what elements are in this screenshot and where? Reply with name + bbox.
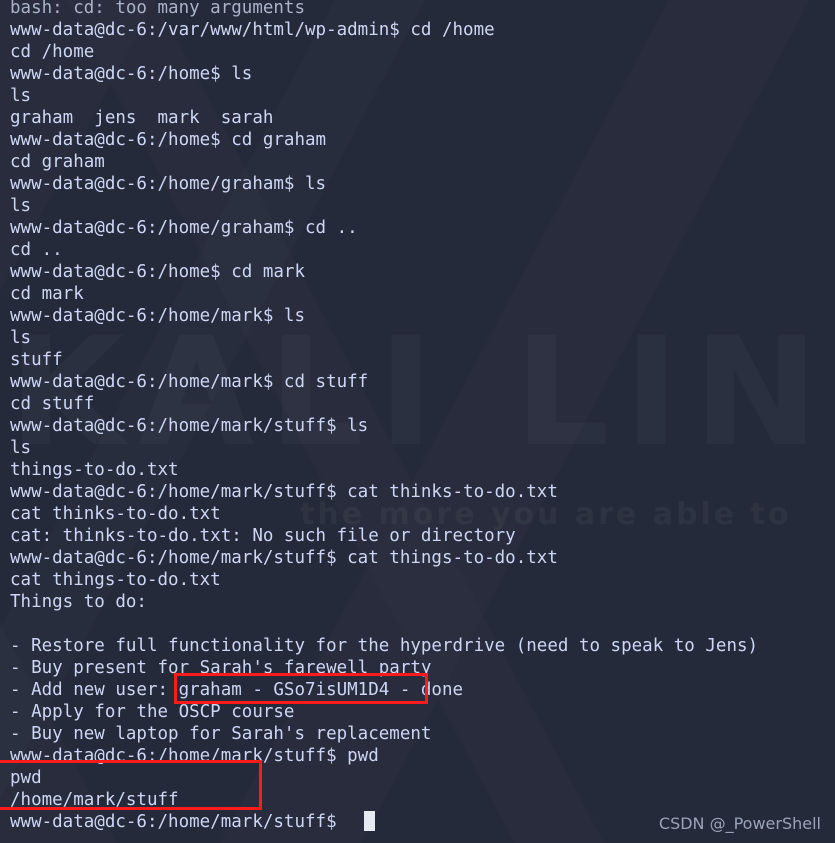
terminal-line: things-to-do.txt xyxy=(10,460,179,480)
terminal-line: www-data@dc-6:/home/graham$ ls xyxy=(10,174,327,194)
terminal-line: stuff xyxy=(10,350,63,370)
terminal-line: - Buy new laptop for Sarah's replacement xyxy=(10,724,432,744)
terminal-line: Things to do: xyxy=(10,592,147,612)
terminal-line: cd .. xyxy=(10,240,63,260)
terminal-line: www-data@dc-6:/home/graham$ cd .. xyxy=(10,218,358,238)
terminal-line: ls xyxy=(10,196,32,216)
terminal-line: www-data@dc-6:/home$ ls xyxy=(10,64,253,84)
terminal-line: www-data@dc-6:/home/mark/stuff$ cat thin… xyxy=(10,482,558,502)
terminal-line: www-data@dc-6:/home$ cd graham xyxy=(10,130,327,150)
terminal-line: - Buy present for Sarah's farewell party xyxy=(10,658,432,678)
kali-linux-watermark: KALI LINUX xyxy=(8,318,835,468)
terminal-line: ls xyxy=(10,86,32,106)
terminal-line: ls xyxy=(10,328,32,348)
terminal-line: cd mark xyxy=(10,284,84,304)
terminal-line: graham jens mark sarah xyxy=(10,108,274,128)
terminal-line: /home/mark/stuff xyxy=(10,790,179,810)
terminal-line: ls xyxy=(10,438,32,458)
terminal-line: www-data@dc-6:/home/mark$ ls xyxy=(10,306,306,326)
terminal-line: - Add new user: graham - GSo7isUM1D4 - d… xyxy=(10,680,464,700)
terminal-line: www-data@dc-6:/home/mark$ cd stuff xyxy=(10,372,369,392)
terminal-line: cd /home xyxy=(10,42,95,62)
terminal-line: www-data@dc-6:/var/www/html/wp-admin$ cd… xyxy=(10,20,495,40)
terminal-line: cd stuff xyxy=(10,394,95,414)
terminal-cursor xyxy=(364,811,375,831)
terminal-line: cd graham xyxy=(10,152,105,172)
terminal-line: cat things-to-do.txt xyxy=(10,570,221,590)
terminal-line: www-data@dc-6:/home$ cd mark xyxy=(10,262,306,282)
terminal-line: www-data@dc-6:/home/mark/stuff$ ls xyxy=(10,416,369,436)
terminal-line: cat thinks-to-do.txt xyxy=(10,504,221,524)
csdn-credit-watermark: CSDN @_PowerShell xyxy=(658,814,821,833)
terminal-line: pwd xyxy=(10,768,42,788)
terminal-line: www-data@dc-6:/home/mark/stuff$ cat thin… xyxy=(10,548,558,568)
terminal-line: www-data@dc-6:/home/mark/stuff$ xyxy=(10,812,348,832)
terminal-line: - Restore full functionality for the hyp… xyxy=(10,636,759,656)
terminal-line: cat: thinks-to-do.txt: No such file or d… xyxy=(10,526,516,546)
terminal-line: - Apply for the OSCP course xyxy=(10,702,295,722)
terminal-line: bash: cd: too many arguments xyxy=(10,0,306,18)
terminal-window[interactable]: KALI LINUX the more you are able to bash… xyxy=(0,0,835,843)
terminal-line: www-data@dc-6:/home/mark/stuff$ pwd xyxy=(10,746,379,766)
